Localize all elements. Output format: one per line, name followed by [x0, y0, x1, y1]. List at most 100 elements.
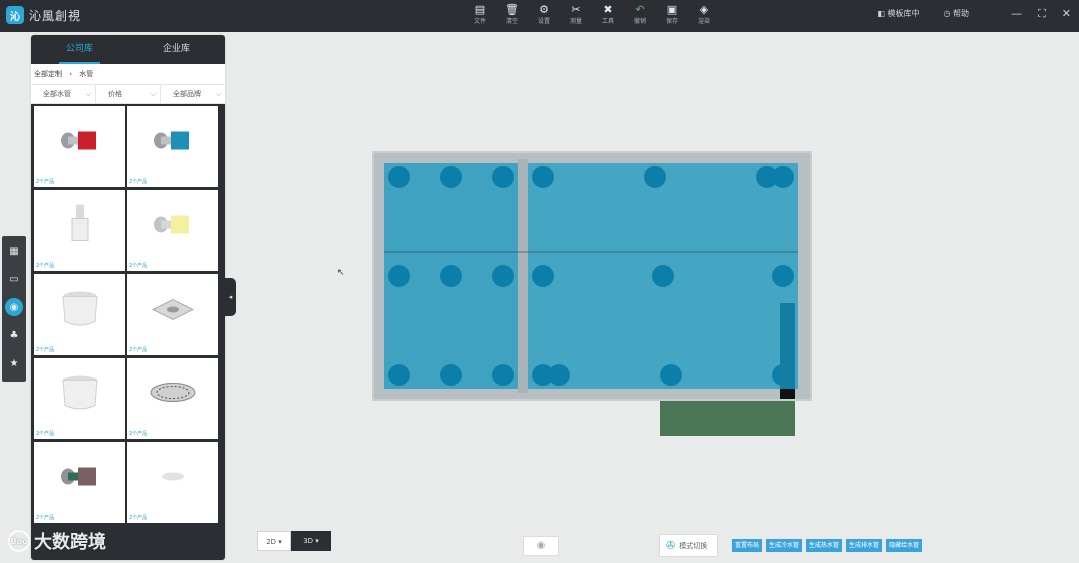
mouse-cursor-icon: ↖ — [337, 268, 345, 278]
star-icon[interactable]: ★ — [5, 354, 23, 372]
price-filter-label: 价格 — [108, 90, 122, 98]
fixture-dot[interactable] — [660, 364, 682, 386]
toolbar-wrench-button[interactable]: ✖ 工具 — [598, 3, 618, 26]
sofa-icon[interactable]: ▭ — [5, 270, 23, 288]
water-icon[interactable]: ◉ — [5, 298, 23, 316]
mode-switch-label: 模式切换 — [679, 541, 708, 550]
product-caption: 2个产品 — [129, 515, 148, 521]
product-thumbnail — [149, 379, 197, 408]
fixture-dot[interactable] — [644, 166, 666, 188]
tab-enterprise-library[interactable]: 企业库 — [128, 35, 225, 64]
fixture-dot[interactable] — [772, 265, 794, 287]
fixture-dot[interactable] — [532, 166, 554, 188]
fixture-dot[interactable] — [440, 364, 462, 386]
pipe-column[interactable] — [780, 303, 795, 389]
product-caption: 2个产品 — [129, 179, 148, 185]
pipe-end — [780, 389, 795, 399]
fixture-dot[interactable] — [652, 265, 674, 287]
action-button-2[interactable]: 生成热水管 — [806, 539, 843, 552]
collapse-panel-button[interactable]: ◂ — [225, 278, 236, 316]
category-filter[interactable]: 全部水管 ⌵ — [31, 85, 96, 103]
product-thumbnail — [158, 469, 188, 486]
product-card[interactable]: 2个产品 — [34, 358, 125, 439]
filter-bar: 全部水管 ⌵ 价格 ⌵ 全部品牌 ⌵ — [31, 84, 225, 104]
product-thumbnail — [60, 288, 100, 331]
fixture-dot[interactable] — [532, 265, 554, 287]
fixture-dot[interactable] — [548, 364, 570, 386]
logo-icon: 沁 — [6, 6, 24, 24]
wrench-icon: ✖ — [603, 3, 613, 16]
toolbar-file-button[interactable]: ▤ 文件 — [470, 3, 490, 26]
mode-switch-button[interactable]: ✇ 模式切换 — [659, 534, 718, 557]
green-block-area[interactable] — [660, 401, 795, 436]
fixture-dot[interactable] — [440, 265, 462, 287]
toolbar-label: 设置 — [537, 18, 550, 25]
action-button-0[interactable]: 重置布局 — [732, 539, 763, 552]
eye-icon[interactable]: ◉ — [523, 536, 559, 556]
product-thumbnail — [151, 126, 195, 157]
breadcrumb-root[interactable]: 全部定制 — [34, 70, 62, 78]
maximize-icon[interactable]: ⛶ — [1038, 7, 1046, 21]
fixture-dot[interactable] — [388, 166, 410, 188]
product-grid: 2个产品 2个产品 2个产品 2个产品 2个产品 2个产品 2个产品 2个产品 2个产品 2个产品 — [31, 104, 225, 560]
price-filter[interactable]: 价格 ⌵ — [96, 85, 161, 103]
product-card[interactable]: 2个产品 — [127, 274, 218, 355]
brand-filter[interactable]: 全部品牌 ⌵ — [161, 85, 225, 103]
toolbar-label: 保存 — [665, 18, 678, 25]
fixture-dot[interactable] — [772, 166, 794, 188]
breadcrumb-separator: › — [69, 70, 73, 78]
watermark-icon: Boo — [8, 530, 30, 552]
help-link[interactable]: ◷ 帮助 — [943, 8, 969, 19]
fixture-dot[interactable] — [388, 364, 410, 386]
template-library-link[interactable]: ◧ 模板库中 — [877, 8, 919, 19]
action-button-1[interactable]: 生成冷水管 — [766, 539, 803, 552]
app-logo[interactable]: 沁 沁風創視 — [6, 6, 81, 24]
toolbar-tools-button[interactable]: ✂ 测量 — [566, 3, 586, 26]
fixture-dot[interactable] — [388, 265, 410, 287]
fixture-dot[interactable] — [492, 265, 514, 287]
action-button-4[interactable]: 隐藏给水管 — [886, 539, 923, 552]
product-caption: 2个产品 — [36, 263, 55, 269]
close-icon[interactable]: ✕ — [1062, 7, 1071, 21]
toolbar-cube-button[interactable]: ◈ 渲染 — [694, 3, 714, 26]
tools-icon: ✂ — [571, 3, 581, 16]
tab-company-library[interactable]: 公司库 — [31, 35, 128, 64]
product-card[interactable]: 2个产品 — [34, 190, 125, 271]
product-thumbnail — [60, 372, 100, 415]
building-icon[interactable]: ▦ — [5, 242, 23, 260]
product-card[interactable]: 2个产品 — [127, 358, 218, 439]
fixture-dot[interactable] — [492, 364, 514, 386]
product-card[interactable]: 2个产品 — [34, 274, 125, 355]
product-card[interactable]: 2个产品 — [127, 106, 218, 187]
toolbar-label: 撤销 — [633, 18, 646, 25]
minimize-icon[interactable]: — — [1011, 7, 1022, 21]
product-card[interactable]: 2个产品 — [127, 442, 218, 523]
bike-icon[interactable]: ♣ — [5, 326, 23, 344]
library-panel: 公司库 企业库 全部定制 › 水管 全部水管 ⌵ 价格 ⌵ 全部品牌 ⌵ 2个产品 2个… — [31, 35, 225, 560]
gear-icon: ⚙ — [539, 3, 549, 16]
floor-plan[interactable] — [372, 151, 812, 401]
view-3d-button[interactable]: 3D ▾ — [291, 531, 331, 551]
action-button-3[interactable]: 生成排水管 — [846, 539, 883, 552]
product-caption: 2个产品 — [129, 431, 148, 437]
breadcrumb: 全部定制 › 水管 — [31, 64, 225, 84]
toolbar-save-button[interactable]: ▣ 保存 — [662, 3, 682, 26]
pipe-actions: 重置布局 生成冷水管 生成热水管 生成排水管 隐藏给水管 — [732, 539, 923, 552]
view-2d-button[interactable]: 2D ▾ — [257, 531, 291, 551]
product-caption: 2个产品 — [36, 179, 55, 185]
toolbar-undo-button[interactable]: ↶ 撤销 — [630, 3, 650, 26]
trash-icon: 🗑 — [505, 3, 519, 16]
toolbar-label: 工具 — [601, 18, 614, 25]
product-thumbnail — [58, 126, 102, 157]
toolbar-gear-button[interactable]: ⚙ 设置 — [534, 3, 554, 26]
top-bar: 沁 沁風創視 ▤ 文件 🗑 清空 ⚙ 设置 ✂ 测量 ✖ 工具 ↶ 撤销 ▣ 保存 ◈ 渲染 ◧ 模板库中 ◷… — [0, 0, 1079, 32]
fixture-dot[interactable] — [492, 166, 514, 188]
toolbar-trash-button[interactable]: 🗑 清空 — [502, 3, 522, 26]
left-toolbar: ▦ ▭ ◉ ♣ ★ — [2, 236, 26, 382]
chevron-down-icon: ⌵ — [150, 89, 156, 98]
product-card[interactable]: 2个产品 — [127, 190, 218, 271]
product-card[interactable]: 2个产品 — [34, 442, 125, 523]
product-caption: 2个产品 — [129, 263, 148, 269]
fixture-dot[interactable] — [440, 166, 462, 188]
product-card[interactable]: 2个产品 — [34, 106, 125, 187]
